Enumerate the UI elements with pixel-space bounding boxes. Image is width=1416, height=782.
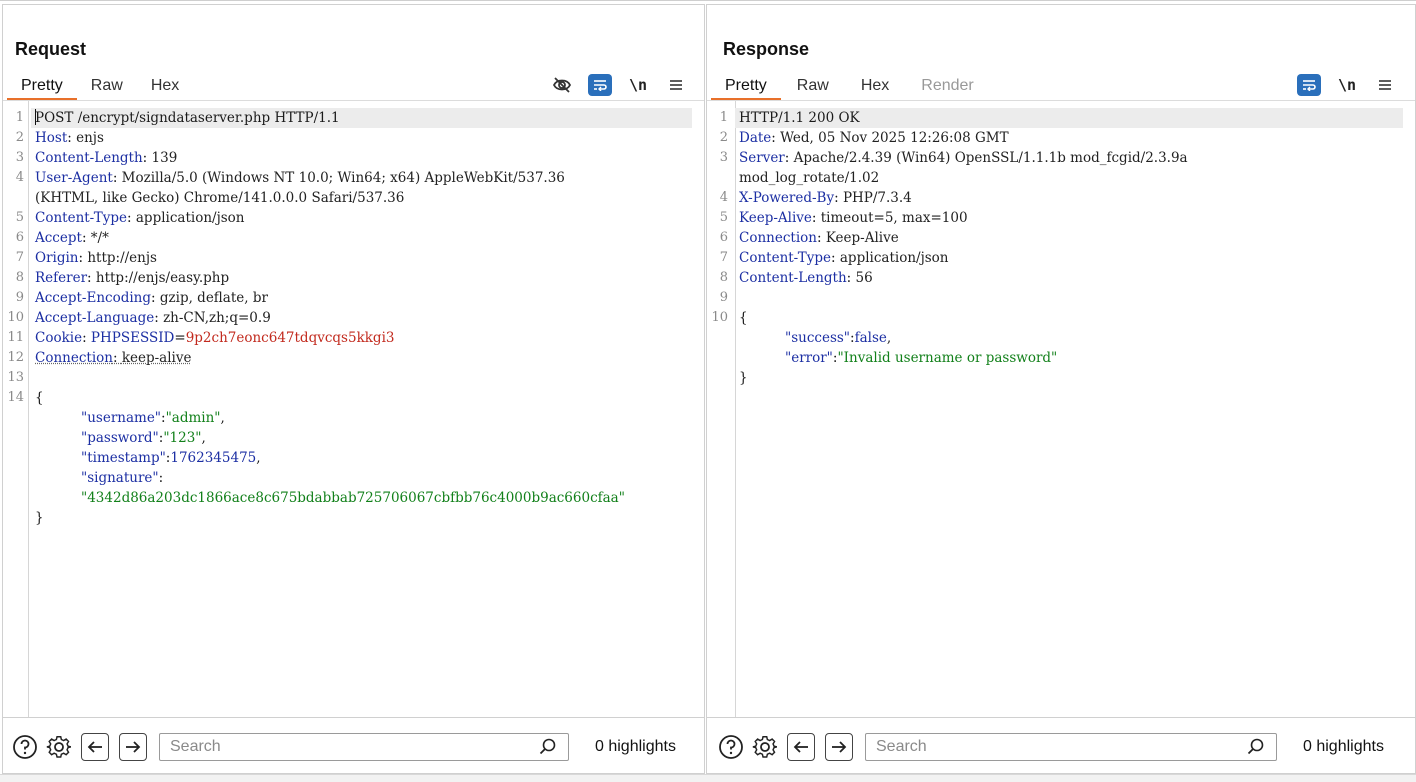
header-line-continuation: mod_log_rotate/1.02 <box>707 168 1403 188</box>
hide-nonprintable-eye-slash-icon[interactable] <box>550 73 574 97</box>
header-line-continuation: (KHTML, like Gecko) Chrome/141.0.0.0 Saf… <box>3 188 692 208</box>
json-line: "signature": <box>3 468 692 488</box>
header-line: 4 User-Agent: Mozilla/5.0 (Windows NT 10.… <box>3 168 692 188</box>
header-line: 3 Server: Apache/2.4.39 (Win64) OpenSSL/1… <box>707 148 1403 168</box>
status-strip <box>0 774 1416 782</box>
body-line: 10{ <box>707 308 1403 328</box>
request-editor[interactable]: 1 POST /encrypt/signdataserver.php HTTP/1… <box>3 101 704 717</box>
header-line: 5 Content-Type: application/json <box>3 208 692 228</box>
body-line: 14{ <box>3 388 692 408</box>
next-match-button[interactable] <box>825 733 853 761</box>
tab-hex[interactable]: Hex <box>845 71 905 101</box>
arrow-left-icon <box>87 740 103 754</box>
tab-hex[interactable]: Hex <box>137 71 193 101</box>
response-lines: 1 HTTP/1.1 200 OK 2 Date: Wed, 05 Nov 2025… <box>707 108 1403 388</box>
response-editor-tools: \n <box>1297 72 1397 98</box>
header-line: 10 Accept-Language: zh-CN,zh;q=0.9 <box>3 308 692 328</box>
response-tabs: Pretty Raw Hex Render <box>711 71 990 101</box>
header-line: 7 Origin: http://enjs <box>3 248 692 268</box>
json-line: "error":"Invalid username or password" <box>707 348 1403 368</box>
response-search-bar: 0 highlights <box>707 717 1415 775</box>
header-line: 12 Connection: keep-alive <box>3 348 692 368</box>
json-line: } <box>3 508 692 528</box>
arrow-right-icon <box>125 740 141 754</box>
highlights-count: 0 highlights <box>1303 738 1384 756</box>
request-lines: 1 POST /encrypt/signdataserver.php HTTP/1… <box>3 108 692 528</box>
request-panel: Request Pretty Raw Hex \n 1 POST /encrypt… <box>2 4 705 774</box>
header-line: 9 Accept-Encoding: gzip, deflate, br <box>3 288 692 308</box>
request-search <box>159 733 569 761</box>
help-icon[interactable] <box>717 733 745 761</box>
response-panel: Response Pretty Raw Hex Render \n 1 HTTP/… <box>706 4 1416 774</box>
blank-line: 13 <box>3 368 692 388</box>
response-editor[interactable]: 1 HTTP/1.1 200 OK 2 Date: Wed, 05 Nov 2025… <box>707 101 1415 717</box>
next-match-button[interactable] <box>119 733 147 761</box>
tab-pretty[interactable]: Pretty <box>7 71 77 101</box>
tab-raw[interactable]: Raw <box>781 71 845 101</box>
menu-hamburger-icon[interactable] <box>664 73 688 97</box>
header-line: 4 X-Powered-By: PHP/7.3.4 <box>707 188 1403 208</box>
header-line: 6 Connection: Keep-Alive <box>707 228 1403 248</box>
header-line: 5 Keep-Alive: timeout=5, max=100 <box>707 208 1403 228</box>
request-line: 1 POST /encrypt/signdataserver.php HTTP/1… <box>31 108 692 128</box>
tab-raw[interactable]: Raw <box>77 71 137 101</box>
json-line: } <box>707 368 1403 388</box>
search-input[interactable] <box>159 733 569 761</box>
blank-line: 9 <box>707 288 1403 308</box>
json-line-continuation: "4342d86a203dc1866ace8c675bdabbab7257060… <box>3 488 692 508</box>
search-icon <box>1247 738 1265 761</box>
request-tabs: Pretty Raw Hex <box>7 71 193 101</box>
header-line: 6 Accept: */* <box>3 228 692 248</box>
response-title: Response <box>723 39 809 60</box>
json-line: "password":"123", <box>3 428 692 448</box>
json-line: "success":false, <box>707 328 1403 348</box>
arrow-right-icon <box>831 740 847 754</box>
status-line: 1 HTTP/1.1 200 OK <box>735 108 1403 128</box>
search-input[interactable] <box>865 733 1277 761</box>
word-wrap-icon[interactable] <box>588 74 612 96</box>
help-icon[interactable] <box>11 733 39 761</box>
header-line: 3 Content-Length: 139 <box>3 148 692 168</box>
response-search <box>865 733 1277 761</box>
newline-toggle-icon[interactable]: \n <box>1335 73 1359 97</box>
json-line: "username":"admin", <box>3 408 692 428</box>
json-line: "timestamp":1762345475, <box>3 448 692 468</box>
header-line: 7 Content-Type: application/json <box>707 248 1403 268</box>
cookie-header-line: 11 Cookie: PHPSESSID=9p2ch7eonc647tdqvcqs… <box>3 328 692 348</box>
newline-toggle-icon[interactable]: \n <box>626 73 650 97</box>
gear-icon[interactable] <box>45 733 73 761</box>
header-line: 2 Host: enjs <box>3 128 692 148</box>
search-icon <box>539 738 557 761</box>
request-title: Request <box>15 39 86 60</box>
http-message-viewer: Request Pretty Raw Hex \n 1 POST /encrypt… <box>0 0 1416 782</box>
tab-render[interactable]: Render <box>905 71 989 101</box>
previous-match-button[interactable] <box>81 733 109 761</box>
previous-match-button[interactable] <box>787 733 815 761</box>
highlights-count: 0 highlights <box>595 738 676 756</box>
tab-pretty[interactable]: Pretty <box>711 71 781 101</box>
request-editor-tools: \n <box>550 72 688 98</box>
header-line: 2 Date: Wed, 05 Nov 2025 12:26:08 GMT <box>707 128 1403 148</box>
menu-hamburger-icon[interactable] <box>1373 73 1397 97</box>
gear-icon[interactable] <box>751 733 779 761</box>
arrow-left-icon <box>793 740 809 754</box>
request-search-bar: 0 highlights <box>3 717 704 775</box>
header-line: 8 Referer: http://enjs/easy.php <box>3 268 692 288</box>
word-wrap-icon[interactable] <box>1297 74 1321 96</box>
header-line: 8 Content-Length: 56 <box>707 268 1403 288</box>
